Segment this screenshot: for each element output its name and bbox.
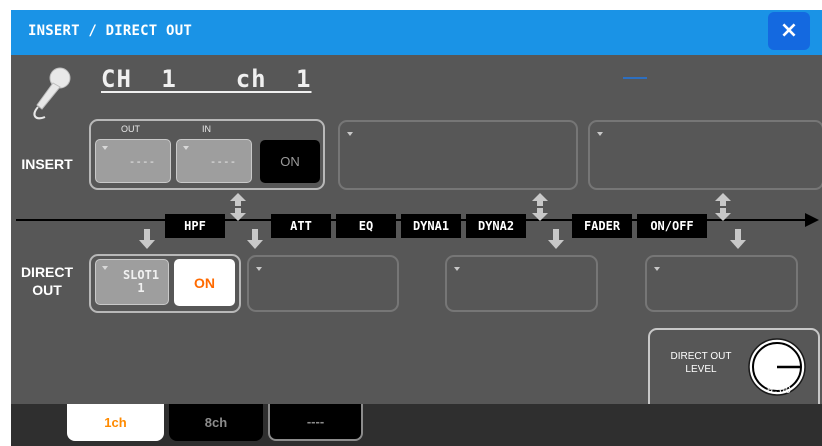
updown-arrow-icon[interactable] (230, 193, 246, 221)
tab-8ch[interactable]: 8ch (169, 404, 263, 441)
direct-out-level-label: DIRECT OUT LEVEL (670, 351, 732, 375)
signal-arrowhead (805, 213, 819, 227)
down-arrow-icon[interactable] (730, 229, 746, 249)
down-arrow-icon[interactable] (247, 229, 263, 249)
direct-out-patch-value: SLOT1 1 (114, 260, 168, 304)
direct-out-slot-3[interactable] (445, 255, 598, 312)
direct-out-patch[interactable]: SLOT1 1 (95, 259, 169, 305)
down-arrow-icon[interactable] (139, 229, 155, 249)
updown-arrow-icon[interactable] (532, 193, 548, 221)
block-on-off: ON/OFF (637, 214, 707, 238)
updown-arrow-icon[interactable] (715, 193, 731, 221)
insert-direct-out-window: INSERT / DIRECT OUT × CH 1 ch 1 INSERT O… (11, 10, 822, 446)
dropdown-triangle-icon (102, 266, 108, 270)
down-arrow-icon[interactable] (548, 229, 564, 249)
block-dyna2: DYNA2 (466, 214, 526, 238)
direct-out-slot-2[interactable] (247, 255, 399, 312)
dropdown-triangle-icon (454, 267, 460, 271)
tab-blank[interactable]: ---- (268, 404, 363, 441)
dropdown-triangle-icon (654, 267, 660, 271)
block-fader: FADER (572, 214, 632, 238)
direct-out-slot-4[interactable] (645, 255, 798, 312)
tab-1ch[interactable]: 1ch (67, 404, 164, 441)
block-hpf: HPF (165, 214, 225, 238)
block-att: ATT (271, 214, 331, 238)
block-dyna1: DYNA1 (401, 214, 461, 238)
direct-out-level-value: 0.00 (767, 385, 792, 396)
block-eq: EQ (336, 214, 396, 238)
direct-out-label: DIRECT OUT (20, 264, 74, 298)
dropdown-triangle-icon (256, 267, 262, 271)
direct-out-on-button[interactable]: ON (174, 259, 235, 306)
direct-out-slot-port: 1 (137, 281, 145, 295)
